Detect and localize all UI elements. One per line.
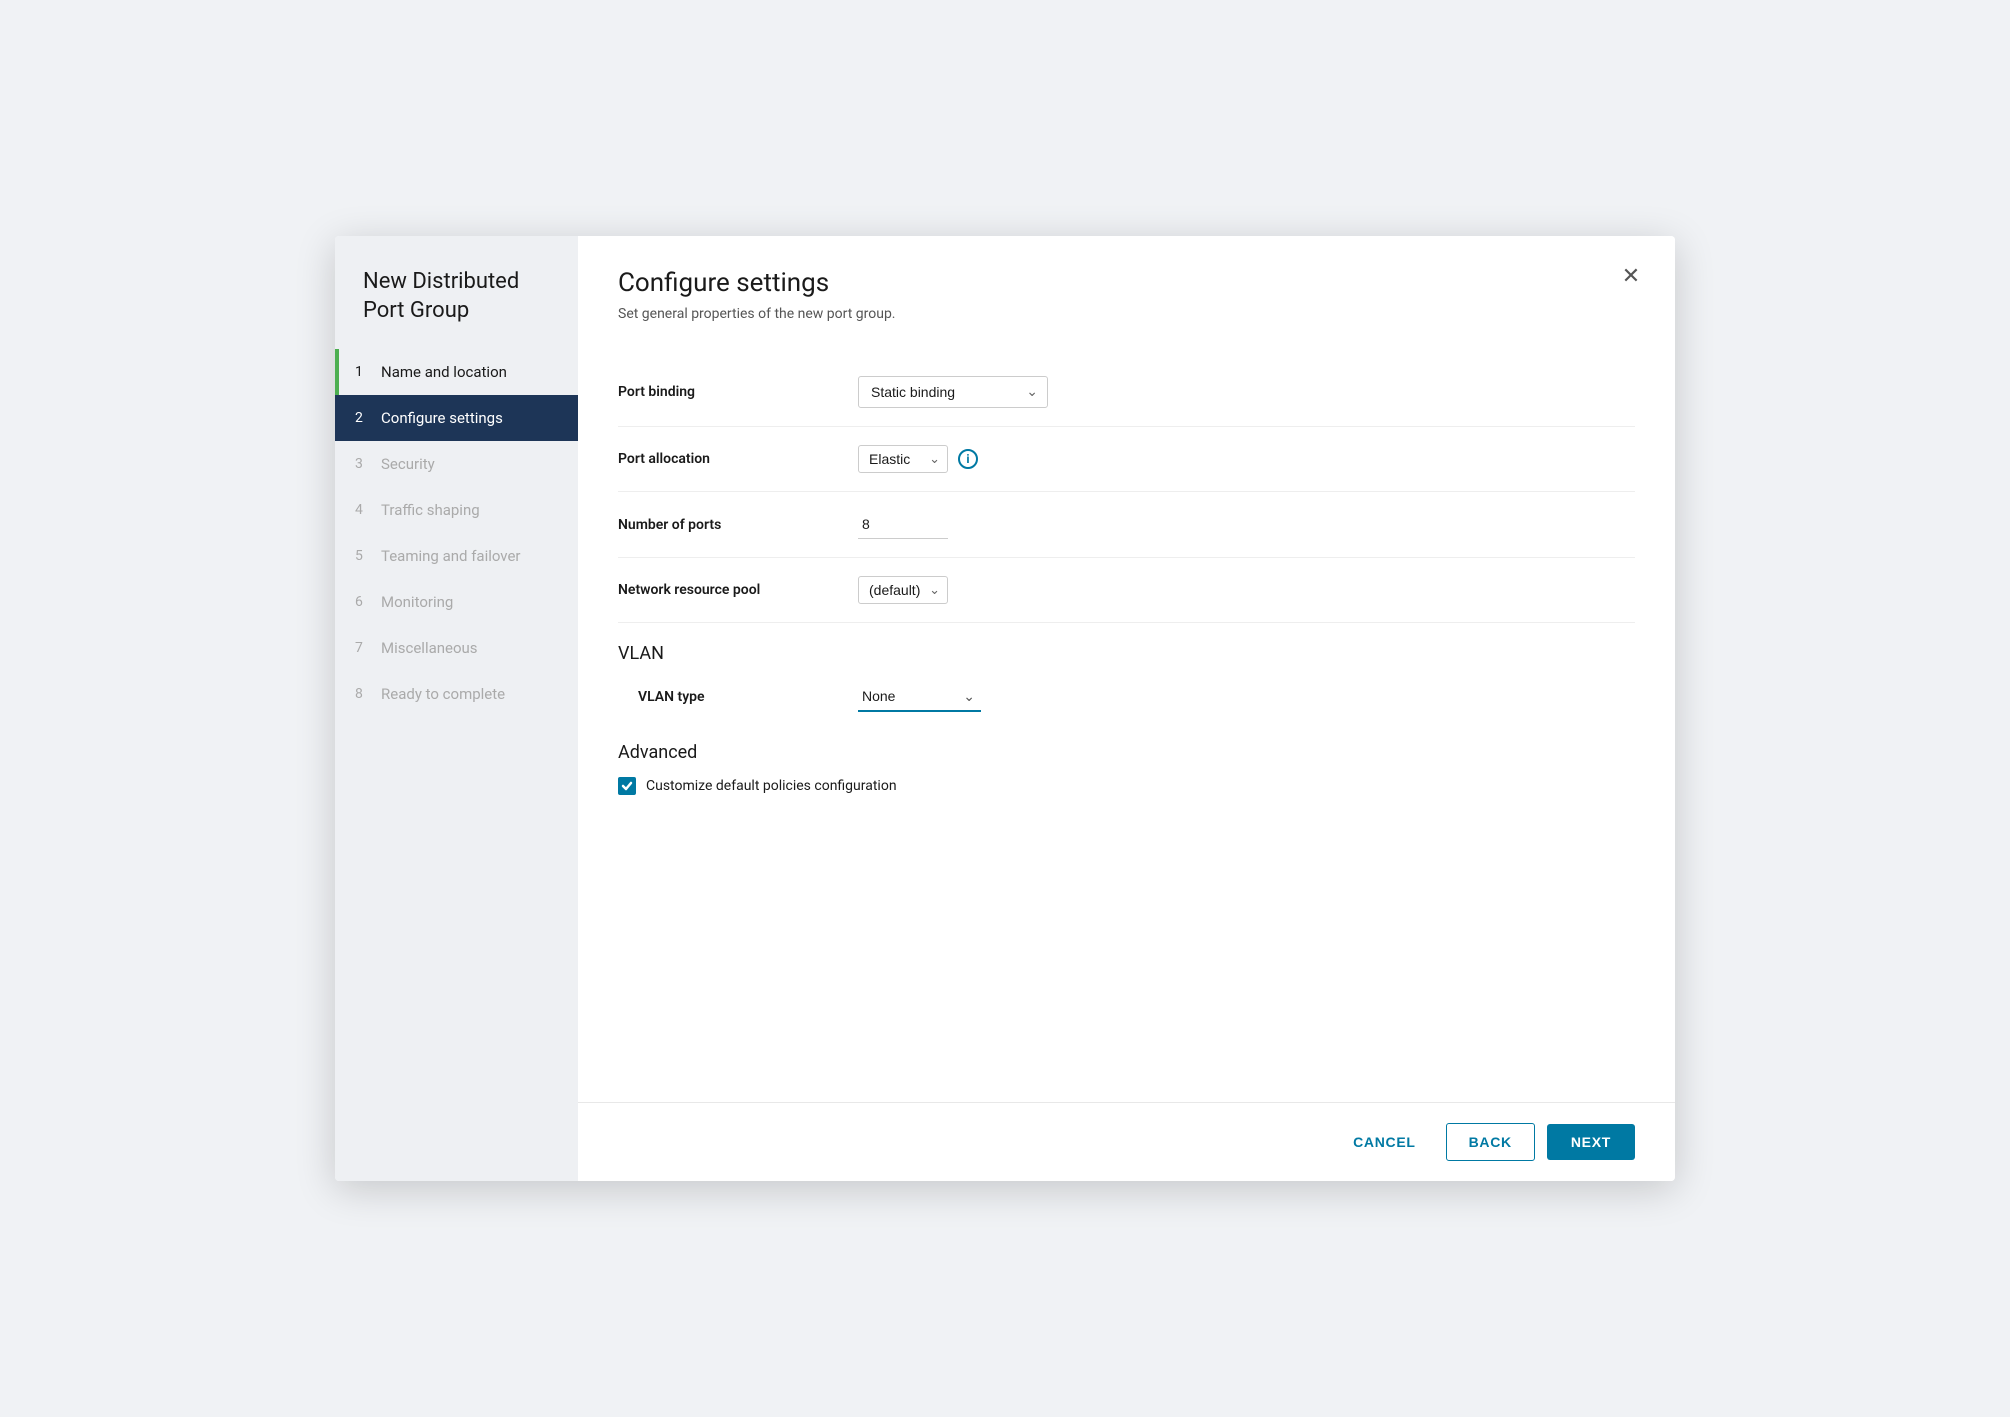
network-resource-pool-row: Network resource pool (default)	[618, 558, 1635, 623]
step-7-miscellaneous[interactable]: 7 Miscellaneous	[335, 625, 578, 671]
port-binding-select[interactable]: Static binding Dynamic binding Ephemeral	[858, 376, 1048, 408]
advanced-section-header: Advanced	[618, 742, 1635, 763]
step-5-number: 5	[355, 548, 371, 564]
new-distributed-port-group-dialog: New Distributed Port Group 1 Name and lo…	[335, 236, 1675, 1181]
step-3-number: 3	[355, 456, 371, 472]
step-7-number: 7	[355, 640, 371, 656]
vlan-type-label: VLAN type	[638, 689, 858, 705]
wizard-steps: 1 Name and location 2 Configure settings…	[335, 349, 578, 1181]
page-title: Configure settings	[618, 268, 1635, 298]
wizard-sidebar: New Distributed Port Group 1 Name and lo…	[335, 236, 578, 1181]
port-allocation-label: Port allocation	[618, 451, 858, 467]
step-1-label: Name and location	[381, 363, 507, 381]
network-resource-pool-control: (default)	[858, 576, 948, 604]
step-3-security[interactable]: 3 Security	[335, 441, 578, 487]
step-8-ready-to-complete[interactable]: 8 Ready to complete	[335, 671, 578, 717]
vlan-section-header: VLAN	[618, 633, 1635, 664]
step-2-number: 2	[355, 410, 371, 426]
close-button[interactable]: ✕	[1615, 260, 1647, 292]
cancel-button[interactable]: CANCEL	[1335, 1124, 1434, 1160]
step-2-label: Configure settings	[381, 409, 503, 427]
step-1-name-and-location[interactable]: 1 Name and location	[335, 349, 578, 395]
vlan-type-select-wrapper: None VLAN VLAN trunking Private VLAN	[858, 682, 981, 712]
step-4-number: 4	[355, 502, 371, 518]
customize-policies-label: Customize default policies configuration	[646, 778, 897, 794]
dialog-footer: CANCEL BACK NEXT	[578, 1102, 1675, 1181]
step-8-number: 8	[355, 686, 371, 702]
main-header: Configure settings Set general propertie…	[578, 236, 1675, 350]
step-4-label: Traffic shaping	[381, 501, 480, 519]
customize-policies-row: Customize default policies configuration	[618, 775, 1635, 797]
port-allocation-select-wrapper: Elastic Fixed	[858, 445, 948, 473]
number-of-ports-label: Number of ports	[618, 517, 858, 533]
port-binding-select-wrapper: Static binding Dynamic binding Ephemeral	[858, 376, 1048, 408]
port-allocation-info-icon[interactable]: i	[958, 449, 978, 469]
step-7-label: Miscellaneous	[381, 639, 478, 657]
form-area: Port binding Static binding Dynamic bind…	[578, 350, 1675, 1102]
step-2-configure-settings[interactable]: 2 Configure settings	[335, 395, 578, 441]
next-button[interactable]: NEXT	[1547, 1124, 1635, 1160]
port-allocation-row: Port allocation Elastic Fixed i	[618, 427, 1635, 492]
vlan-type-control: None VLAN VLAN trunking Private VLAN	[858, 682, 981, 712]
network-resource-pool-select[interactable]: (default)	[858, 576, 948, 604]
main-content: ✕ Configure settings Set general propert…	[578, 236, 1675, 1181]
step-6-number: 6	[355, 594, 371, 610]
page-subtitle: Set general properties of the new port g…	[618, 306, 1635, 322]
step-4-traffic-shaping[interactable]: 4 Traffic shaping	[335, 487, 578, 533]
dialog-title: New Distributed Port Group	[335, 236, 578, 349]
back-button[interactable]: BACK	[1446, 1123, 1535, 1161]
step-6-label: Monitoring	[381, 593, 453, 611]
number-of-ports-input[interactable]	[858, 510, 948, 539]
step-3-label: Security	[381, 455, 435, 473]
port-allocation-select[interactable]: Elastic Fixed	[858, 445, 948, 473]
step-5-teaming-failover[interactable]: 5 Teaming and failover	[335, 533, 578, 579]
step-8-label: Ready to complete	[381, 685, 505, 703]
network-resource-pool-select-wrapper: (default)	[858, 576, 948, 604]
number-of-ports-control	[858, 510, 948, 539]
port-binding-label: Port binding	[618, 384, 858, 400]
port-binding-row: Port binding Static binding Dynamic bind…	[618, 358, 1635, 427]
port-binding-control: Static binding Dynamic binding Ephemeral	[858, 376, 1048, 408]
customize-policies-checkbox[interactable]	[618, 777, 636, 795]
number-of-ports-row: Number of ports	[618, 492, 1635, 558]
network-resource-pool-label: Network resource pool	[618, 582, 858, 598]
port-allocation-control: Elastic Fixed i	[858, 445, 978, 473]
vlan-type-select[interactable]: None VLAN VLAN trunking Private VLAN	[858, 682, 981, 712]
step-1-number: 1	[355, 364, 371, 380]
step-6-monitoring[interactable]: 6 Monitoring	[335, 579, 578, 625]
vlan-type-row: VLAN type None VLAN VLAN trunking Privat…	[618, 668, 1635, 726]
step-5-label: Teaming and failover	[381, 547, 521, 565]
